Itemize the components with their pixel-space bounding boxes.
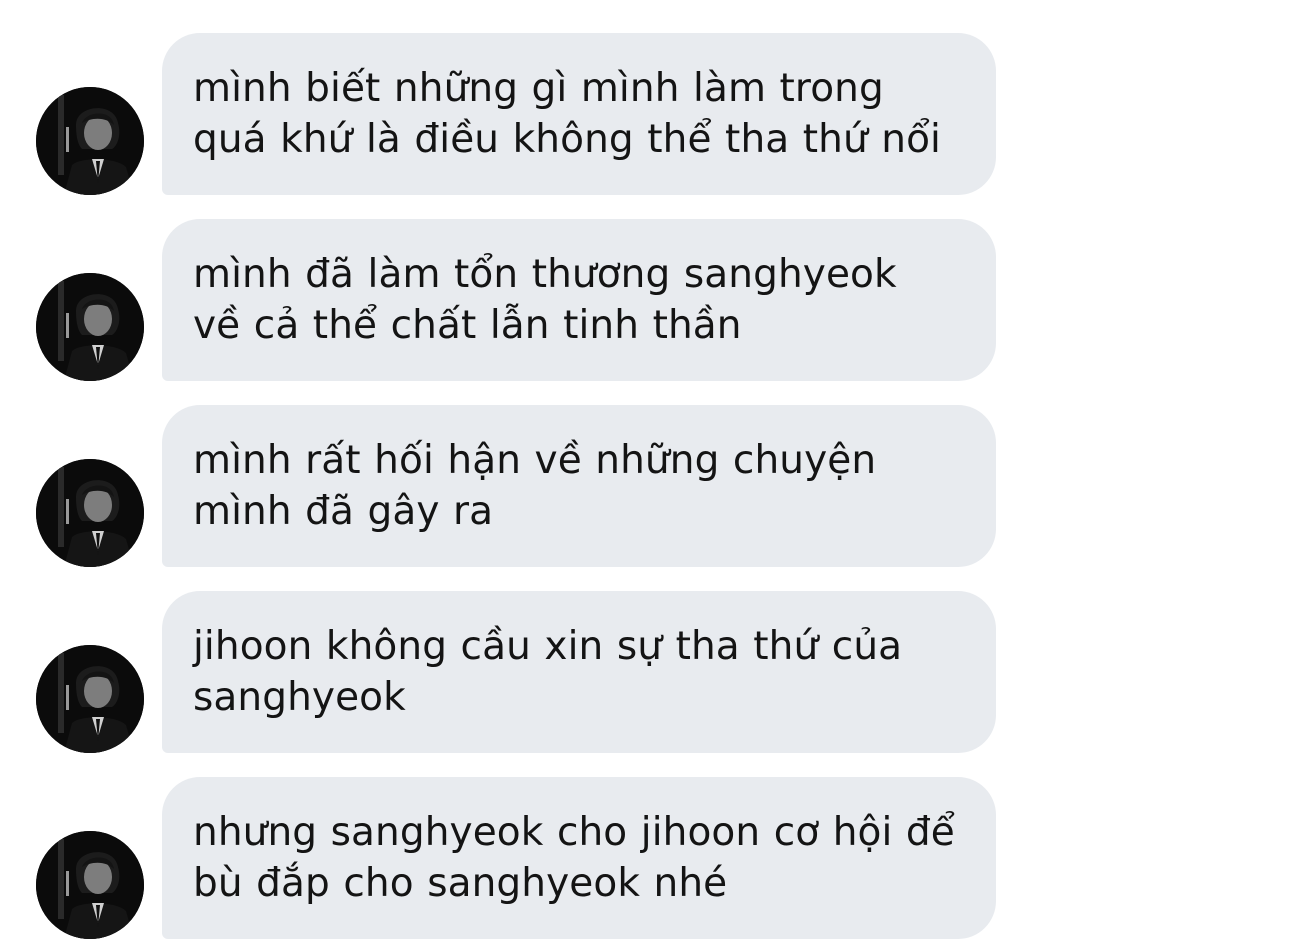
message-row: mình rất hối hận về những chuyện mình đã…	[0, 405, 1000, 567]
message-bubble[interactable]: mình rất hối hận về những chuyện mình đã…	[162, 405, 996, 567]
profile-photo-icon	[36, 87, 144, 195]
message-thread: mình biết những gì mình làm trong quá kh…	[0, 0, 1290, 950]
avatar[interactable]	[36, 831, 144, 939]
message-bubble[interactable]: jihoon không cầu xin sự tha thứ của sang…	[162, 591, 996, 753]
profile-photo-icon	[36, 273, 144, 381]
message-row: nhưng sanghyeok cho jihoon cơ hội để bù …	[0, 777, 1000, 939]
profile-photo-icon	[36, 645, 144, 753]
message-text: nhưng sanghyeok cho jihoon cơ hội để bù …	[193, 810, 955, 906]
message-text: mình biết những gì mình làm trong quá kh…	[193, 66, 941, 162]
message-bubble[interactable]: mình đã làm tổn thương sanghyeok về cả t…	[162, 219, 996, 381]
avatar[interactable]	[36, 645, 144, 753]
message-row: mình biết những gì mình làm trong quá kh…	[0, 33, 1000, 195]
message-bubble[interactable]: nhưng sanghyeok cho jihoon cơ hội để bù …	[162, 777, 996, 939]
avatar[interactable]	[36, 273, 144, 381]
avatar[interactable]	[36, 459, 144, 567]
message-bubble[interactable]: mình biết những gì mình làm trong quá kh…	[162, 33, 996, 195]
message-text: mình đã làm tổn thương sanghyeok về cả t…	[193, 252, 897, 348]
profile-photo-icon	[36, 831, 144, 939]
message-row: jihoon không cầu xin sự tha thứ của sang…	[0, 591, 1000, 753]
message-text: jihoon không cầu xin sự tha thứ của sang…	[193, 624, 903, 720]
avatar[interactable]	[36, 87, 144, 195]
profile-photo-icon	[36, 459, 144, 567]
message-row: mình đã làm tổn thương sanghyeok về cả t…	[0, 219, 1000, 381]
message-text: mình rất hối hận về những chuyện mình đã…	[193, 438, 877, 534]
